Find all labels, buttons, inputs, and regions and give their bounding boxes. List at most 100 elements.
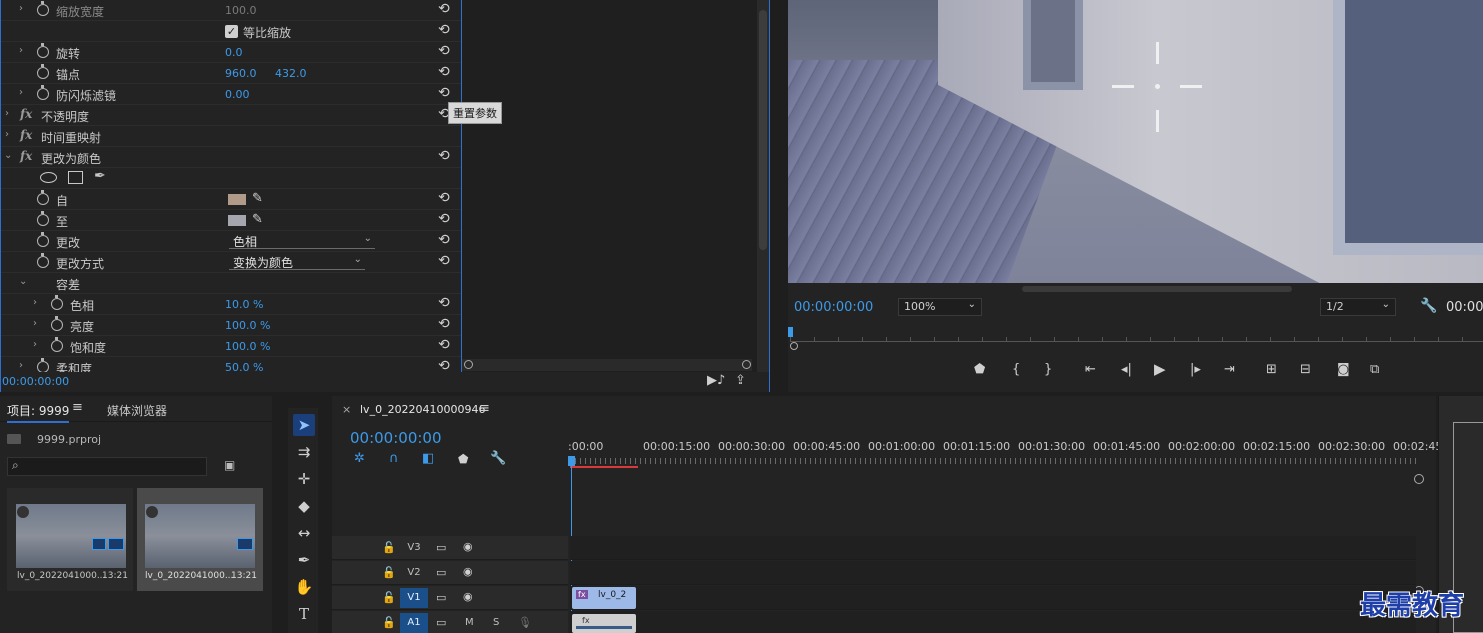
reset-icon[interactable]: ⟲ (438, 1, 450, 17)
pen-tool-icon[interactable]: ✒ (293, 549, 315, 571)
to-color-swatch[interactable] (228, 215, 246, 226)
slip-tool-icon[interactable]: ↔ (293, 522, 315, 544)
stopwatch-icon[interactable] (37, 43, 49, 58)
anchor-y-value[interactable]: 432.0 (275, 67, 307, 80)
linked-selection-icon[interactable]: ◧ (422, 451, 434, 466)
type-tool-icon[interactable]: T (293, 603, 315, 625)
vscroll-handle-top[interactable] (1414, 474, 1424, 484)
stopwatch-icon[interactable] (37, 64, 49, 79)
effect-keyframe-area[interactable] (461, 0, 757, 372)
expand-chevron-icon[interactable]: › (19, 3, 23, 14)
scrollbar-thumb[interactable] (759, 10, 767, 250)
track-header-v3[interactable]: 🔓 V3 ▭ ◉ (332, 536, 568, 560)
hand-tool-icon[interactable]: ✋ (293, 576, 315, 598)
track-lane-a1[interactable] (570, 611, 1416, 633)
property-anti-flicker[interactable]: › 防闪烁滤镜 0.00 ⟲ (1, 84, 461, 105)
video-track-icon[interactable]: ▭ (436, 591, 446, 604)
collapse-chevron-icon[interactable]: ⌄ (4, 150, 12, 161)
fx-icon[interactable]: fx (20, 149, 32, 163)
eye-icon[interactable]: ◉ (463, 540, 473, 553)
property-hue[interactable]: › 色相 10.0 % ⟲ (1, 294, 461, 315)
stopwatch-icon[interactable] (51, 295, 63, 310)
zoom-select[interactable]: 100% ⌄ (898, 298, 982, 316)
property-saturation[interactable]: › 饱和度 100.0 % ⟲ (1, 336, 461, 357)
track-header-a1[interactable]: 🔓 A1 ▭ M S 🎙 (332, 611, 568, 633)
track-target-label[interactable]: V2 (400, 563, 428, 583)
monitor-hscroll[interactable] (1022, 286, 1292, 292)
rectangle-mask-icon[interactable] (68, 171, 83, 184)
effect-opacity[interactable]: › fx 不透明度 ⟲ (1, 105, 461, 126)
step-forward-icon[interactable]: |▸ (1190, 362, 1201, 377)
video-clip[interactable]: fx lv_0_2 (572, 587, 636, 609)
scroll-handle-left[interactable] (464, 360, 473, 369)
uniform-scale-checkbox[interactable]: ✓ (225, 25, 238, 38)
hamburger-menu-icon[interactable]: ≡ (479, 401, 490, 416)
lift-icon[interactable]: ⊞ (1266, 362, 1277, 377)
new-bin-icon[interactable]: ▣ (224, 458, 235, 472)
fx-icon[interactable]: fx (20, 128, 32, 142)
tab-media-browser[interactable]: 媒体浏览器 (107, 402, 167, 419)
expand-chevron-icon[interactable]: › (5, 129, 9, 140)
expand-chevron-icon[interactable]: › (19, 87, 23, 98)
close-icon[interactable]: × (342, 403, 351, 416)
mute-toggle[interactable]: M (465, 617, 474, 628)
track-lane-v2[interactable] (570, 561, 1416, 585)
eye-icon[interactable]: ◉ (463, 590, 473, 603)
property-value[interactable]: 10.0 % (225, 298, 263, 311)
reset-icon[interactable]: ⟲ (438, 64, 450, 80)
solo-toggle[interactable]: S (493, 617, 499, 628)
expand-chevron-icon[interactable]: › (5, 108, 9, 119)
reset-icon[interactable]: ⟲ (438, 190, 450, 206)
add-marker-icon[interactable]: ⬟ (974, 362, 985, 377)
track-select-tool-icon[interactable]: ⇉ (293, 441, 315, 463)
property-to[interactable]: 至 ✎ ⟲ (1, 210, 461, 231)
reset-icon[interactable]: ⟲ (438, 232, 450, 248)
camera-icon[interactable]: ◙ (1337, 362, 1350, 377)
lock-icon[interactable]: 🔓 (382, 591, 396, 604)
audio-clip[interactable]: fx (572, 614, 636, 633)
property-change[interactable]: 更改 色相 ⌄ ⟲ (1, 231, 461, 252)
reset-icon[interactable]: ⟲ (438, 211, 450, 227)
track-lane-v3[interactable] (570, 536, 1416, 560)
property-lightness[interactable]: › 亮度 100.0 % ⟲ (1, 315, 461, 336)
effect-time-remap[interactable]: › fx 时间重映射 (1, 126, 461, 147)
eyedropper-icon[interactable]: ✎ (252, 191, 263, 206)
sequence-tab[interactable]: lv_0_20220410000946 (360, 403, 486, 416)
stopwatch-icon[interactable] (37, 190, 49, 205)
reset-icon[interactable]: ⟲ (438, 316, 450, 332)
property-uniform-scale[interactable]: ✓ 等比缩放 ⟲ (1, 21, 461, 42)
track-target-label[interactable]: V1 (400, 588, 428, 608)
property-value[interactable]: 100.0 % (225, 319, 270, 332)
track-lane-v1[interactable] (570, 586, 1416, 610)
stopwatch-icon[interactable] (37, 253, 49, 268)
reset-icon[interactable]: ⟲ (438, 253, 450, 269)
pen-mask-icon[interactable]: ✒ (94, 168, 106, 184)
change-method-select[interactable]: 变换为颜色 ⌄ (229, 254, 365, 270)
timeline-settings-icon[interactable]: 🔧 (490, 451, 506, 466)
property-change-method[interactable]: 更改方式 变换为颜色 ⌄ ⟲ (1, 252, 461, 273)
project-item-selected[interactable]: lv_0_2022041000... 13:21 (137, 488, 263, 591)
stopwatch-icon[interactable] (51, 337, 63, 352)
effect-change-to-color[interactable]: ⌄ fx 更改为颜色 ⟲ (1, 147, 461, 168)
expand-chevron-icon[interactable]: › (19, 45, 23, 56)
group-tolerance[interactable]: ⌄ 容差 (1, 273, 461, 294)
property-value[interactable]: 100.0 (225, 4, 257, 17)
reset-icon[interactable]: ⟲ (438, 148, 450, 164)
audio-track-icon[interactable]: ▭ (436, 616, 446, 629)
selection-tool-icon[interactable]: ➤ (293, 414, 315, 436)
stopwatch-icon[interactable] (37, 1, 49, 16)
effect-timecode[interactable]: 00:00:00:00 (2, 375, 69, 388)
stopwatch-icon[interactable] (37, 232, 49, 247)
track-header-v1[interactable]: 🔓 V1 ▭ ◉ (332, 586, 568, 610)
timeline-timecode[interactable]: 00:00:00:00 (350, 429, 442, 447)
track-target-label[interactable]: A1 (400, 613, 428, 633)
collapse-chevron-icon[interactable]: ⌄ (19, 276, 27, 287)
scroll-handle-right[interactable] (742, 360, 751, 369)
expand-chevron-icon[interactable]: › (33, 297, 37, 308)
play-audio-icon[interactable]: ▶♪ (707, 373, 725, 388)
property-anchor-point[interactable]: 锚点 960.0 432.0 ⟲ (1, 63, 461, 84)
property-rotation[interactable]: › 旋转 0.0 ⟲ (1, 42, 461, 63)
tab-project[interactable]: 项目: 9999 (7, 402, 70, 423)
expand-chevron-icon[interactable]: › (33, 318, 37, 329)
hamburger-menu-icon[interactable]: ≡ (72, 400, 83, 415)
